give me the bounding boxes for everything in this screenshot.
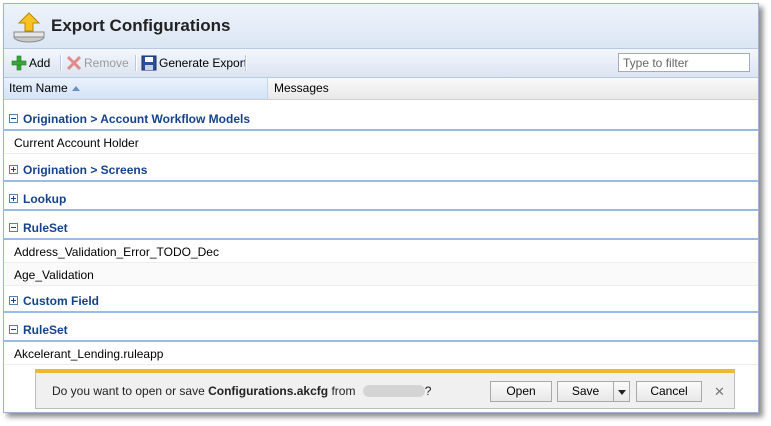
- expand-icon[interactable]: [9, 194, 18, 203]
- add-label: Add: [29, 56, 51, 70]
- collapse-icon[interactable]: [9, 325, 18, 334]
- add-button[interactable]: Add: [11, 54, 50, 72]
- group-row-ruleset[interactable]: RuleSet: [4, 217, 758, 240]
- generate-export-label: Generate Export: [159, 56, 248, 70]
- group-row-origination-account-workflow-models[interactable]: Origination > Account Workflow Models: [4, 108, 758, 131]
- save-disk-icon: [141, 55, 157, 71]
- group-label: Lookup: [23, 192, 67, 206]
- collapse-icon[interactable]: [9, 223, 18, 232]
- group-label: Custom Field: [23, 294, 100, 308]
- table-row[interactable]: Current Account Holder: [4, 131, 758, 154]
- download-prompt-mid: from: [328, 384, 359, 398]
- download-prompt: Do you want to open or save Configuratio…: [52, 384, 431, 398]
- toolbar-separator: [60, 55, 62, 71]
- export-upload-icon: [13, 12, 45, 43]
- open-label: Open: [506, 384, 536, 398]
- toolbar-separator: [135, 55, 137, 71]
- remove-button[interactable]: Remove: [66, 54, 129, 72]
- table-row[interactable]: Akcelerant_Lending.ruleapp: [4, 342, 758, 365]
- save-label: Save: [571, 384, 600, 398]
- item-name-cell: Age_Validation: [14, 268, 94, 282]
- column-header-messages-label: Messages: [274, 81, 329, 95]
- export-configurations-window: Export Configurations Add Remove Generat…: [3, 3, 759, 413]
- download-prompt-suffix: ?: [424, 384, 432, 398]
- generate-export-button[interactable]: Generate Export: [141, 54, 247, 72]
- chevron-down-icon: [617, 390, 626, 395]
- expand-icon[interactable]: [9, 165, 18, 174]
- save-options-dropdown[interactable]: [613, 381, 630, 402]
- cancel-label: Cancel: [650, 384, 688, 398]
- group-row-custom-field[interactable]: Custom Field: [4, 290, 758, 313]
- column-headers: Item Name Messages: [4, 78, 758, 100]
- toolbar-separator: [245, 55, 247, 71]
- item-name-cell: Address_Validation_Error_TODO_Dec: [14, 245, 219, 259]
- filter-input[interactable]: [618, 53, 750, 72]
- group-label: Origination > Account Workflow Models: [23, 112, 251, 126]
- toolbar: Add Remove Generate Export: [4, 48, 758, 78]
- group-row-lookup[interactable]: Lookup: [4, 188, 758, 211]
- window-title: Export Configurations: [51, 16, 231, 35]
- group-row-ruleset[interactable]: RuleSet: [4, 319, 758, 342]
- save-button[interactable]: Save: [557, 381, 614, 402]
- table-row[interactable]: Address_Validation_Error_TODO_Dec: [4, 240, 758, 263]
- group-row-origination-screens[interactable]: Origination > Screens: [4, 159, 758, 182]
- open-button[interactable]: Open: [490, 381, 552, 402]
- sort-ascending-icon: [71, 86, 80, 91]
- group-label: RuleSet: [23, 323, 68, 337]
- group-label: Origination > Screens: [23, 163, 148, 177]
- title-bar: Export Configurations: [4, 4, 758, 48]
- expand-icon[interactable]: [9, 296, 18, 305]
- export-items-grid: Item Name Messages Origination > Account…: [4, 78, 758, 412]
- remove-icon: [66, 55, 82, 71]
- add-icon: [11, 55, 27, 71]
- column-header-item-name-label: Item Name: [9, 81, 68, 95]
- collapse-icon[interactable]: [9, 114, 18, 123]
- remove-label: Remove: [84, 56, 129, 70]
- item-name-cell: Akcelerant_Lending.ruleapp: [14, 347, 164, 361]
- close-icon[interactable]: ✕: [714, 384, 725, 400]
- group-label: RuleSet: [23, 221, 68, 235]
- download-prompt-prefix: Do you want to open or save: [52, 384, 209, 398]
- redacted-source: [362, 385, 425, 397]
- column-header-messages[interactable]: Messages: [269, 78, 758, 99]
- table-row[interactable]: Age_Validation: [4, 263, 758, 286]
- download-notification-bar: Do you want to open or save Configuratio…: [35, 369, 735, 409]
- download-filename: Configurations.akcfg: [208, 384, 329, 398]
- cancel-button[interactable]: Cancel: [636, 381, 702, 402]
- column-header-item-name[interactable]: Item Name: [4, 78, 268, 99]
- item-name-cell: Current Account Holder: [14, 136, 139, 150]
